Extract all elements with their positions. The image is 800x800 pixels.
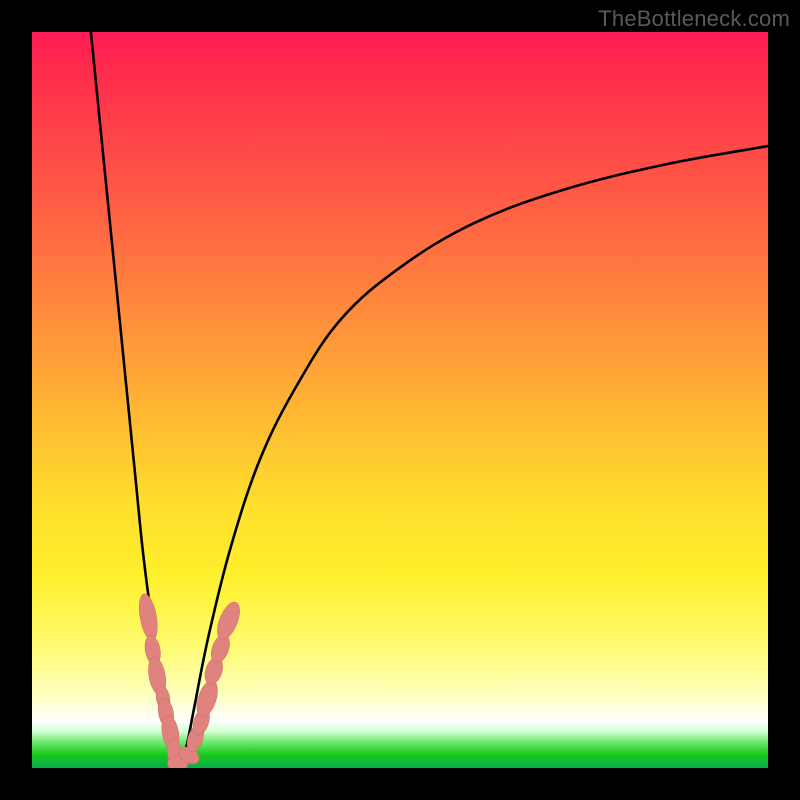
chart-stage: TheBottleneck.com [0, 0, 800, 800]
data-marker [213, 599, 244, 642]
curve-right-branch [179, 146, 768, 768]
curve-group [91, 32, 768, 768]
marker-group [136, 593, 244, 768]
curve-left-branch [91, 32, 179, 768]
data-marker [136, 593, 160, 642]
watermark-label: TheBottleneck.com [598, 6, 790, 32]
bottleneck-curve-svg [32, 32, 768, 768]
plot-area [32, 32, 768, 768]
